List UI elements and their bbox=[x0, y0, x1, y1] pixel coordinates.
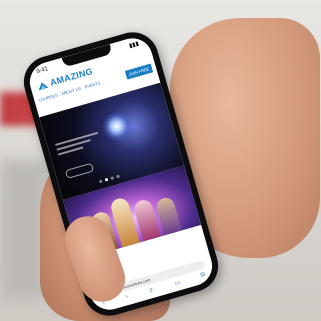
carousel-dot[interactable] bbox=[110, 176, 115, 180]
bookmarks-icon[interactable]: ▭ bbox=[174, 279, 181, 287]
nav-item-events[interactable]: Events bbox=[84, 80, 101, 89]
status-time: 9:41 bbox=[35, 66, 49, 76]
hero-text-block bbox=[55, 131, 101, 159]
hero-cta-button[interactable] bbox=[64, 162, 95, 179]
hero-glow-image bbox=[99, 109, 135, 144]
nav-item-about[interactable]: About us bbox=[61, 86, 82, 96]
carousel-dot-active[interactable] bbox=[104, 177, 109, 182]
carousel-dot[interactable] bbox=[116, 174, 120, 179]
forward-icon[interactable]: › bbox=[125, 294, 129, 301]
carousel-dot[interactable] bbox=[98, 179, 103, 184]
photo-scene: 9:41 ▮▮▮ AMAZING Courses About us Events… bbox=[0, 0, 321, 321]
carousel-dots bbox=[98, 174, 120, 184]
tabs-icon[interactable]: ⧉ bbox=[200, 272, 206, 280]
status-icons: ▮▮▮ bbox=[128, 40, 140, 50]
logo-icon[interactable] bbox=[35, 79, 49, 92]
nav-item-courses[interactable]: Courses bbox=[38, 93, 58, 103]
share-icon[interactable]: ⇪ bbox=[148, 287, 154, 295]
